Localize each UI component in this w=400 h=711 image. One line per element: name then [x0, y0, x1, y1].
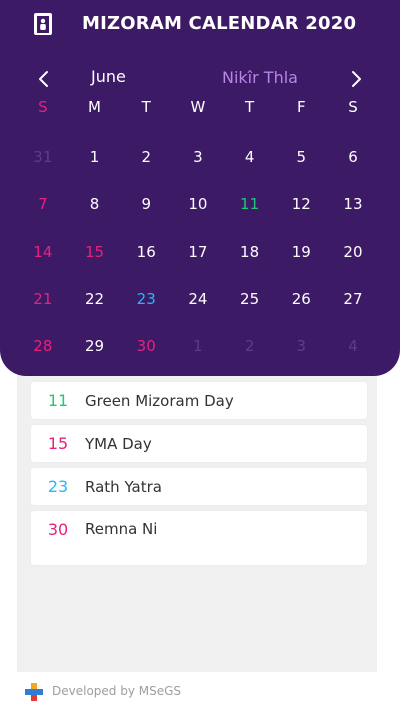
developer-credit: Developed by MSeGS — [52, 684, 182, 698]
month-label: June — [91, 67, 126, 86]
weekday-thu: T — [245, 98, 255, 116]
calendar-day[interactable]: 19 — [275, 233, 327, 271]
calendar-day[interactable]: 22 — [69, 280, 121, 318]
calendar-week-row: 7 8 9 10 11 12 13 — [17, 185, 379, 232]
calendar-day[interactable]: 15 — [69, 233, 121, 271]
calendar-day[interactable]: 7 — [17, 185, 69, 223]
calendar-day[interactable]: 4 — [224, 138, 276, 176]
calendar-day[interactable]: 21 — [17, 280, 69, 318]
event-date: 30 — [47, 520, 69, 539]
event-item[interactable]: 23 Rath Yatra — [31, 468, 367, 505]
weekday-sun: S — [38, 98, 48, 116]
calendar-grid: 31 1 2 3 4 5 6 7 8 9 10 11 12 13 14 15 16 17 18 19 20 21 22 23 2… — [17, 138, 379, 374]
weekday-sat: S — [348, 98, 358, 116]
msegs-logo-icon — [25, 683, 43, 701]
calendar-week-row: 14 15 16 17 18 19 20 — [17, 233, 379, 280]
calendar-day[interactable]: 9 — [120, 185, 172, 223]
next-month-button[interactable] — [341, 64, 371, 94]
calendar-day[interactable]: 27 — [327, 280, 379, 318]
event-date: 23 — [47, 477, 69, 496]
weekday-tue: T — [141, 98, 151, 116]
calendar-day-outside-month[interactable]: 4 — [327, 327, 379, 365]
calendar-day[interactable]: 30 — [120, 327, 172, 365]
event-name: Rath Yatra — [85, 477, 162, 496]
app-bar: MIZORAM CALENDAR 2020 — [0, 0, 400, 52]
calendar-day[interactable]: 18 — [224, 233, 276, 271]
calendar-week-row: 28 29 30 1 2 3 4 — [17, 327, 379, 374]
calendar-day[interactable]: 10 — [172, 185, 224, 223]
calendar-day[interactable]: 1 — [69, 138, 121, 176]
calendar-day[interactable]: 11 — [224, 185, 276, 223]
event-date: 11 — [47, 391, 69, 410]
footer: Developed by MSeGS — [0, 672, 400, 711]
calendar-day-outside-month[interactable]: 3 — [275, 327, 327, 365]
calendar-day[interactable]: 16 — [120, 233, 172, 271]
event-date: 15 — [47, 434, 69, 453]
calendar-day[interactable]: 29 — [69, 327, 121, 365]
calendar-day-outside-month[interactable]: 2 — [224, 327, 276, 365]
calendar-day[interactable]: 5 — [275, 138, 327, 176]
calendar-day-outside-month[interactable]: 31 — [17, 138, 69, 176]
calendar-day[interactable]: 24 — [172, 280, 224, 318]
calendar-day[interactable]: 17 — [172, 233, 224, 271]
calendar-day[interactable]: 28 — [17, 327, 69, 365]
calendar-day[interactable]: 12 — [275, 185, 327, 223]
calendar-day[interactable]: 14 — [17, 233, 69, 271]
weekday-fri: F — [296, 98, 306, 116]
calendar-day[interactable]: 23 — [120, 280, 172, 318]
event-name: Remna Ni — [85, 520, 158, 538]
month-navigation: June Nikîr Thla — [0, 60, 400, 96]
event-item[interactable]: 30 Remna Ni — [31, 511, 367, 565]
calendar-day[interactable]: 8 — [69, 185, 121, 223]
calendar-week-row: 31 1 2 3 4 5 6 — [17, 138, 379, 185]
app-title: MIZORAM CALENDAR 2020 — [82, 13, 357, 34]
event-item[interactable]: 11 Green Mizoram Day — [31, 382, 367, 419]
calendar-day-outside-month[interactable]: 1 — [172, 327, 224, 365]
calendar-day[interactable]: 6 — [327, 138, 379, 176]
events-list: 11 Green Mizoram Day 15 YMA Day 23 Rath Yatra… — [31, 382, 367, 571]
calendar-day[interactable]: 25 — [224, 280, 276, 318]
calendar-person-icon — [34, 13, 52, 35]
calendar-week-row: 21 22 23 24 25 26 27 — [17, 280, 379, 327]
calendar-day[interactable]: 2 — [120, 138, 172, 176]
calendar-day[interactable]: 26 — [275, 280, 327, 318]
calendar-day[interactable]: 3 — [172, 138, 224, 176]
calendar-day[interactable]: 13 — [327, 185, 379, 223]
month-local-name: Nikîr Thla — [222, 68, 298, 87]
previous-month-button[interactable] — [29, 64, 59, 94]
calendar-header: MIZORAM CALENDAR 2020 June Nikîr Thla S … — [0, 0, 400, 376]
event-name: YMA Day — [85, 434, 152, 453]
calendar-day[interactable]: 20 — [327, 233, 379, 271]
chevron-left-icon — [39, 71, 48, 87]
weekday-mon: M — [88, 98, 101, 116]
weekday-wed: W — [190, 98, 206, 116]
event-name: Green Mizoram Day — [85, 391, 234, 410]
event-item[interactable]: 15 YMA Day — [31, 425, 367, 462]
weekday-header: S M T W T F S — [17, 98, 379, 122]
chevron-right-icon — [352, 71, 361, 87]
